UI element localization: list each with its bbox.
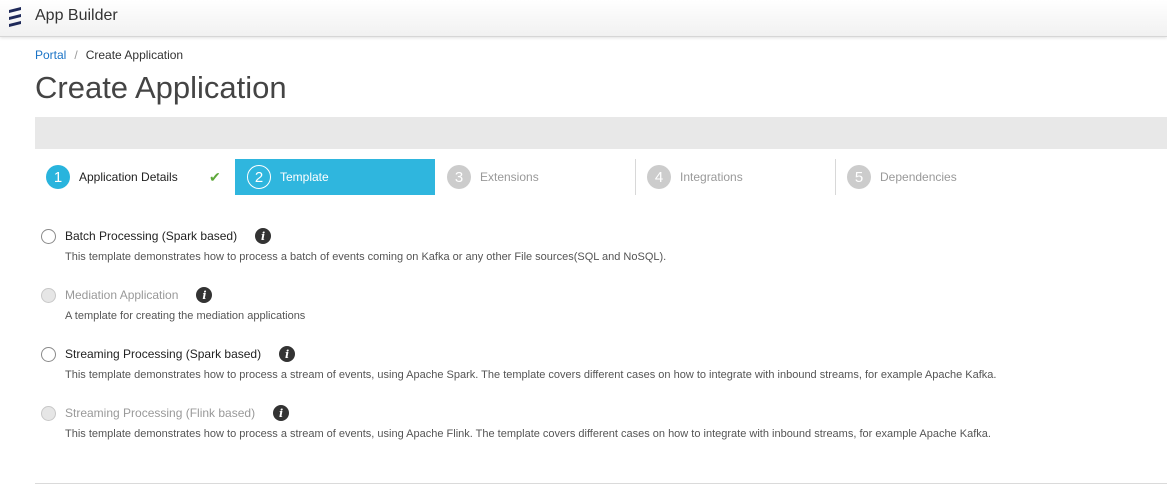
step-number: 5 (847, 165, 871, 189)
radio-mediation[interactable] (41, 287, 56, 303)
step-label: Application Details (79, 170, 178, 184)
radio-batch-spark[interactable] (41, 228, 56, 244)
info-icon[interactable]: i (279, 346, 296, 362)
option-description: A template for creating the mediation ap… (65, 310, 306, 322)
radio-streaming-spark[interactable] (41, 346, 56, 362)
option-label[interactable]: Batch Processing (Spark based) (65, 229, 237, 243)
breadcrumb-current: Create Application (85, 48, 184, 62)
step-number: 1 (46, 165, 70, 189)
step-template[interactable]: 2 Template (235, 159, 435, 195)
option-description: This template demonstrates how to proces… (65, 251, 667, 263)
step-number: 3 (447, 165, 471, 189)
step-integrations[interactable]: 4 Integrations (647, 159, 827, 195)
info-icon[interactable]: i (255, 228, 272, 244)
template-option-batch-spark: Batch Processing (Spark based) i This te… (41, 226, 1161, 263)
info-icon[interactable]: i (273, 405, 290, 421)
step-divider (835, 159, 836, 195)
option-label: Mediation Application (65, 288, 179, 302)
step-label: Dependencies (880, 170, 957, 184)
header-band (35, 117, 1167, 149)
top-bar: App Builder (0, 0, 1167, 37)
template-option-mediation: Mediation Application i A template for c… (41, 285, 1161, 322)
step-label: Integrations (680, 170, 743, 184)
step-number: 4 (647, 165, 671, 189)
page-title: Create Application (35, 70, 287, 105)
brand-logo-icon[interactable] (7, 6, 23, 28)
step-label: Template (280, 170, 329, 184)
wizard-steps: 1 Application Details ✔ 2 Template 3 Ext… (35, 159, 1167, 195)
checkmark-icon: ✔ (209, 169, 221, 185)
option-description: This template demonstrates how to proces… (65, 428, 991, 440)
breadcrumb-separator: / (74, 48, 78, 62)
app-title: App Builder (35, 7, 118, 24)
step-dependencies[interactable]: 5 Dependencies (847, 159, 1027, 195)
option-label: Streaming Processing (Flink based) (65, 406, 256, 420)
breadcrumb: Portal / Create Application (35, 48, 183, 62)
step-divider (635, 159, 636, 195)
option-description: This template demonstrates how to proces… (65, 369, 997, 381)
step-extensions[interactable]: 3 Extensions (447, 159, 627, 195)
radio-streaming-flink[interactable] (41, 405, 56, 421)
template-option-streaming-spark: Streaming Processing (Spark based) i Thi… (41, 344, 1161, 381)
info-icon[interactable]: i (196, 287, 213, 303)
step-application-details[interactable]: 1 Application Details (46, 159, 206, 195)
template-option-streaming-flink: Streaming Processing (Flink based) i Thi… (41, 403, 1161, 440)
breadcrumb-portal-link[interactable]: Portal (35, 48, 66, 62)
divider (35, 483, 1167, 484)
step-number: 2 (247, 165, 271, 189)
step-label: Extensions (480, 170, 539, 184)
option-label[interactable]: Streaming Processing (Spark based) (65, 347, 261, 361)
